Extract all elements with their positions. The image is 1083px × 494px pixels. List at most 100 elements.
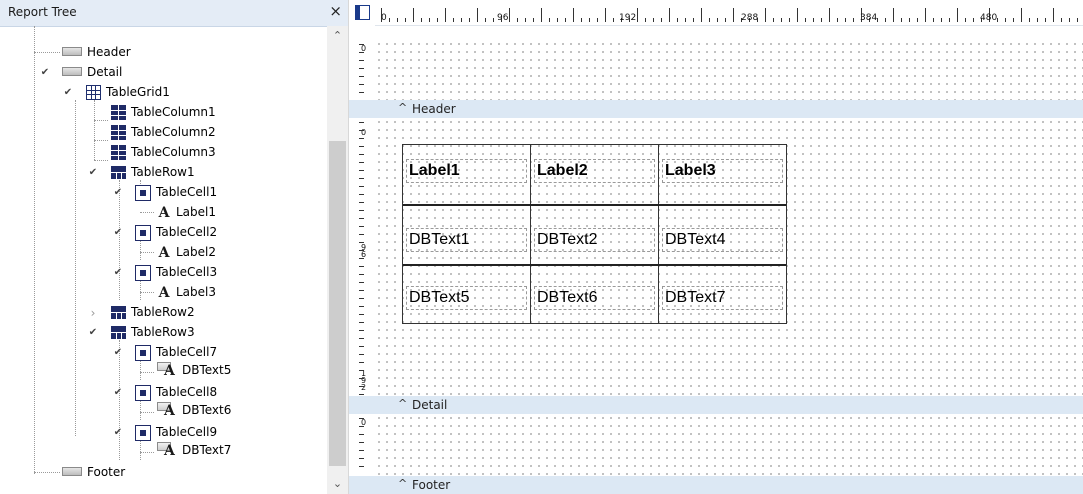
tree-node-tablegrid1[interactable]: TableGrid1 <box>86 82 170 102</box>
collapse-caret-icon[interactable]: ^ <box>398 101 407 114</box>
tree-node-dbtext5[interactable]: A DBText5 <box>157 360 231 382</box>
ruler-tick <box>557 18 558 22</box>
label-field[interactable]: Label2 <box>534 159 655 183</box>
ruler-tick <box>1037 18 1038 22</box>
tree-scrollbar[interactable]: ⌃ ⌄ <box>327 26 348 494</box>
tree-node-label: TableColumn3 <box>131 145 216 159</box>
ruler-tick <box>1045 18 1046 22</box>
scroll-down-icon[interactable]: ⌄ <box>327 474 348 494</box>
ruler-tick <box>853 18 854 22</box>
ruler-tick <box>389 18 390 22</box>
band-name: Footer <box>412 478 451 492</box>
chevron-down-icon[interactable]: ✔ <box>113 347 123 358</box>
scrollbar-thumb[interactable] <box>329 141 346 466</box>
tree-node-tablecell1[interactable]: TableCell1 <box>135 182 217 202</box>
ruler-tick <box>653 18 654 22</box>
horizontal-ruler: 0 96 192 288 384 480 <box>375 0 1083 26</box>
chevron-down-icon[interactable]: ✔ <box>113 227 123 238</box>
dbtext-field[interactable]: DBText4 <box>662 228 783 252</box>
tree-node-tablerow3[interactable]: TableRow3 <box>111 322 195 342</box>
tree-node-tablecell9[interactable]: TableCell9 <box>135 422 217 442</box>
ruler-tick <box>661 18 662 22</box>
tree-node-tablecolumn2[interactable]: TableColumn2 <box>111 122 216 142</box>
chevron-down-icon[interactable]: ✔ <box>40 67 50 78</box>
ruler-tick <box>509 8 510 22</box>
tree-node-tablecolumn3[interactable]: TableColumn3 <box>111 142 216 162</box>
footer-band-area[interactable] <box>375 414 1083 476</box>
ruler-tick <box>885 18 886 22</box>
dbtext-field[interactable]: DBText7 <box>662 286 783 310</box>
header-band-area[interactable] <box>375 40 1083 100</box>
tree-node-dbtext6[interactable]: A DBText6 <box>157 400 231 422</box>
collapse-caret-icon[interactable]: ^ <box>398 477 407 490</box>
chevron-right-icon[interactable]: › <box>88 306 98 320</box>
label-field[interactable]: Label3 <box>662 159 783 183</box>
tree-node-label1[interactable]: A Label1 <box>157 202 216 222</box>
tree-connector <box>140 412 154 413</box>
ruler-label: 384 <box>860 13 878 23</box>
ruler-units-icon[interactable] <box>355 5 370 20</box>
tree-node-label3[interactable]: A Label3 <box>157 282 216 302</box>
ruler-tick <box>437 18 438 22</box>
label-icon: A <box>158 284 170 301</box>
ruler-tick <box>1029 18 1030 22</box>
dbtext-icon: A <box>157 362 177 379</box>
ruler-tick <box>359 194 364 195</box>
dbtext-field[interactable]: DBText2 <box>534 228 655 252</box>
tree-node-tablecell7[interactable]: TableCell7 <box>135 342 217 362</box>
ruler-tick <box>533 18 534 22</box>
tree-node-label: Label1 <box>176 205 217 219</box>
tree-connector <box>94 160 108 161</box>
close-icon[interactable]: × <box>329 3 342 19</box>
tree-node-footer[interactable]: Footer <box>62 462 125 482</box>
tree-node-label: Label3 <box>176 285 217 299</box>
tree-node-label: Detail <box>87 65 123 79</box>
tree-node-tablecell8[interactable]: TableCell8 <box>135 382 217 402</box>
tree-node-header[interactable]: Header <box>62 42 131 62</box>
ruler-tick <box>359 52 364 53</box>
tree-node-tablecell3[interactable]: TableCell3 <box>135 262 217 282</box>
tree-node-label: TableCell9 <box>156 425 218 439</box>
chevron-down-icon[interactable]: ✔ <box>113 387 123 398</box>
header-band-bar[interactable]: ^ Header <box>349 100 1083 118</box>
table-cell-icon <box>135 264 151 281</box>
ruler-tick <box>359 242 364 243</box>
tree-node-dbtext7[interactable]: A DBText7 <box>157 440 231 462</box>
label-field[interactable]: Label1 <box>406 159 527 183</box>
ruler-tick <box>597 18 598 22</box>
tree-node-tablecolumn1[interactable]: TableColumn1 <box>111 102 216 122</box>
tree-connector <box>34 52 60 53</box>
dbtext-field[interactable]: DBText5 <box>406 286 527 310</box>
ruler-tick <box>359 130 364 131</box>
tree-node-tablerow2[interactable]: TableRow2 <box>111 302 195 322</box>
tree-node-tablerow1[interactable]: TableRow1 <box>111 162 195 182</box>
chevron-down-icon[interactable]: ✔ <box>63 87 73 98</box>
tree-node-label2[interactable]: A Label2 <box>157 242 216 262</box>
ruler-tick <box>525 18 526 22</box>
tree-node-tablecell2[interactable]: TableCell2 <box>135 222 217 242</box>
detail-band-bar[interactable]: ^ Detail <box>349 396 1083 414</box>
tree-node-label: Label2 <box>176 245 217 259</box>
chevron-down-icon[interactable]: ✔ <box>113 427 123 438</box>
ruler-tick <box>693 18 694 22</box>
ruler-label: 96 <box>497 13 509 23</box>
ruler-tick <box>359 84 364 85</box>
report-table-grid[interactable]: Label1 Label2 Label3 DBText1 DBText2 DBT… <box>402 144 787 324</box>
tree-node-detail[interactable]: Detail <box>62 62 122 82</box>
chevron-down-icon[interactable]: ✔ <box>88 327 98 338</box>
table-cell-icon <box>135 184 151 201</box>
scroll-up-icon[interactable]: ⌃ <box>327 26 348 46</box>
dbtext-field[interactable]: DBText6 <box>534 286 655 310</box>
chevron-down-icon[interactable]: ✔ <box>88 167 98 178</box>
ruler-tick <box>517 18 518 22</box>
chevron-down-icon[interactable]: ✔ <box>113 267 123 278</box>
collapse-caret-icon[interactable]: ^ <box>398 397 407 410</box>
dbtext-field[interactable]: DBText1 <box>406 228 527 252</box>
chevron-down-icon[interactable]: ✔ <box>113 187 123 198</box>
tree-connector <box>140 280 141 300</box>
ruler-tick <box>1021 8 1022 22</box>
ruler-tick <box>941 18 942 22</box>
footer-band-bar[interactable]: ^ Footer <box>349 476 1083 494</box>
ruler-tick <box>1013 18 1014 22</box>
ruler-tick <box>359 44 364 45</box>
